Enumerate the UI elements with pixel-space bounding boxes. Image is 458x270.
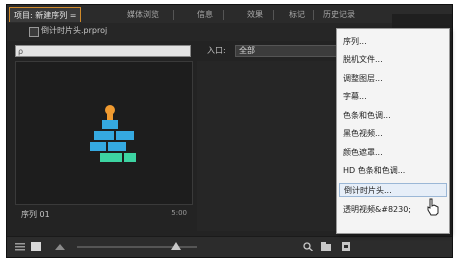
inpoint-label: 入口: bbox=[207, 46, 226, 55]
icon-view-icon[interactable] bbox=[31, 242, 41, 251]
menu-item-adjustment-layer[interactable]: 调整图层... bbox=[343, 72, 383, 86]
icon-stem bbox=[107, 114, 113, 120]
project-list-area bbox=[197, 61, 345, 231]
panel-bottom-toolbar bbox=[7, 236, 452, 257]
tab-effects[interactable]: 效果 bbox=[243, 7, 267, 22]
menu-item-offline-file[interactable]: 脱机文件... bbox=[343, 53, 383, 67]
menu-item-countdown-leader[interactable]: 倒计时片头... bbox=[339, 183, 447, 197]
menu-item-hd-bars-and-tone[interactable]: HD 色条和色调... bbox=[343, 164, 405, 178]
tab-info[interactable]: 信息 bbox=[193, 7, 217, 22]
countdown-leader-icon bbox=[90, 105, 136, 162]
sequence-name: 序列 01 bbox=[21, 210, 50, 219]
icon-block bbox=[100, 153, 122, 162]
hand-pointer-icon bbox=[427, 198, 439, 216]
menu-item-sequence[interactable]: 序列... bbox=[343, 35, 367, 49]
panel-tab-bar: 项目: 新建序列 = 媒体浏览 信息 效果 标记 历史记录 bbox=[7, 5, 452, 24]
menu-item-bars-and-tone[interactable]: 色条和色调... bbox=[343, 109, 391, 123]
menu-item-color-matte[interactable]: 颜色遮罩... bbox=[343, 146, 383, 160]
icon-block bbox=[94, 131, 114, 140]
tab-divider bbox=[223, 10, 224, 20]
tab-media-browser[interactable]: 媒体浏览 bbox=[123, 7, 163, 22]
icon-dot bbox=[105, 105, 115, 115]
zoom-out-icon[interactable] bbox=[55, 242, 65, 251]
tab-project[interactable]: 项目: 新建序列 = bbox=[9, 7, 82, 22]
icon-block bbox=[124, 153, 136, 162]
project-file-name: 倒计时片头.prproj bbox=[41, 26, 108, 35]
menu-item-transparent-video[interactable]: 透明视频&#8230; bbox=[343, 203, 411, 217]
tab-divider bbox=[273, 10, 274, 20]
list-view-icon[interactable] bbox=[15, 242, 25, 251]
icon-block bbox=[90, 142, 106, 151]
menu-item-black-video[interactable]: 黑色视频... bbox=[343, 127, 383, 141]
icon-block bbox=[116, 131, 134, 140]
search-icon: ρ bbox=[18, 47, 24, 56]
icon-block bbox=[108, 142, 126, 151]
sequence-thumbnail[interactable] bbox=[15, 61, 193, 205]
sequence-duration: 5:00 bbox=[171, 209, 187, 217]
tab-markers[interactable]: 标记 bbox=[285, 7, 309, 22]
tab-divider bbox=[313, 10, 314, 20]
icon-block bbox=[102, 120, 118, 129]
zoom-slider-thumb[interactable] bbox=[171, 242, 181, 250]
search-input[interactable]: ρ bbox=[15, 45, 191, 57]
new-item-icon[interactable] bbox=[341, 242, 351, 251]
menu-item-title[interactable]: 字幕... bbox=[343, 90, 367, 104]
inpoint-select[interactable]: 全部 bbox=[235, 45, 339, 57]
tab-divider bbox=[173, 10, 174, 20]
sequence-caption: 序列 01 5:00 bbox=[15, 209, 193, 223]
project-file-icon bbox=[29, 27, 39, 37]
search-icon[interactable] bbox=[303, 242, 313, 251]
tab-history[interactable]: 历史记录 bbox=[319, 7, 359, 22]
new-bin-icon[interactable] bbox=[321, 242, 331, 251]
right-panel-strip bbox=[392, 14, 452, 28]
